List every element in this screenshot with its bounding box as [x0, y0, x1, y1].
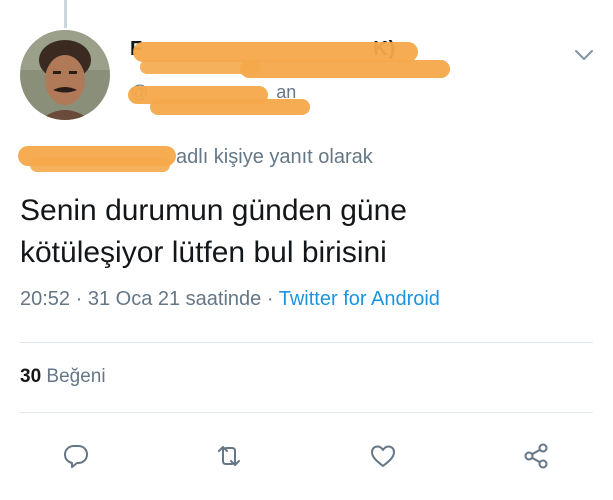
- tweet-time: 20:52: [20, 288, 71, 310]
- tweet-source-link[interactable]: Twitter for Android: [279, 288, 440, 310]
- thread-connector-line: [64, 0, 67, 28]
- reply-button[interactable]: [58, 438, 94, 474]
- tweet-text-line: Senin durumun günden güne: [20, 194, 407, 227]
- divider: [20, 342, 593, 343]
- meta-separator: ·: [70, 288, 88, 310]
- like-count-link[interactable]: 30 Beğeni: [20, 366, 106, 388]
- redaction-mark: [133, 42, 418, 62]
- tweet-text-line: kötüleşiyor lütfen bul birisini: [20, 236, 387, 269]
- redaction-mark: [240, 60, 450, 78]
- comment-bubble-icon: [64, 445, 88, 468]
- retweet-icon: [218, 446, 240, 466]
- redaction-mark: [140, 60, 260, 74]
- share-button[interactable]: [518, 438, 554, 474]
- redaction-mark: [30, 158, 170, 172]
- more-options-caret[interactable]: [573, 46, 595, 64]
- tweet-timestamp: 20:52 · 31 Oca 21 saatinde · Twitter for…: [20, 288, 440, 311]
- redaction-mark: [150, 99, 310, 115]
- avatar-photo: [20, 30, 110, 120]
- reply-to-label: adlı kişiye yanıt olarak: [176, 146, 373, 168]
- like-count: 30: [20, 366, 42, 387]
- tweet-date: 31 Oca 21 saatinde: [87, 288, 262, 310]
- share-icon: [524, 443, 548, 469]
- tweet-text: Senin durumun günden güne kötüleşiyor lü…: [20, 190, 595, 274]
- divider: [20, 412, 593, 413]
- avatar[interactable]: [20, 30, 110, 120]
- like-button[interactable]: [365, 438, 401, 474]
- chevron-down-icon: [574, 49, 594, 61]
- retweet-button[interactable]: [211, 438, 247, 474]
- meta-separator: ·: [261, 288, 279, 310]
- heart-icon: [371, 445, 395, 467]
- like-label: Beğeni: [46, 366, 106, 387]
